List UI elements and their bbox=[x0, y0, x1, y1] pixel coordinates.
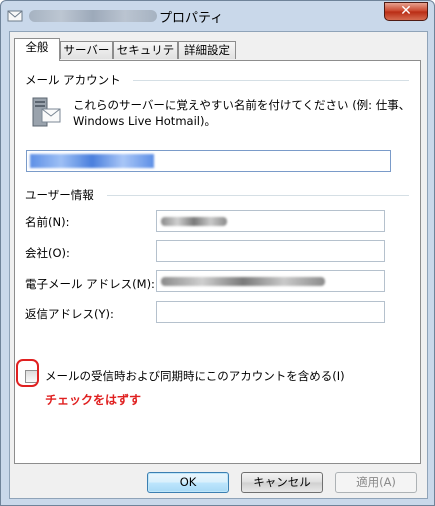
company-label: 会社(O): bbox=[25, 246, 70, 260]
apply-button[interactable]: 適用(A) bbox=[335, 472, 417, 493]
dialog-client: 全般 サーバー セキュリティ 詳細設定 メール アカウント これらのサーバーに覚… bbox=[9, 31, 428, 499]
mail-account-group-title: メール アカウント bbox=[25, 73, 121, 87]
mail-account-icon bbox=[7, 10, 23, 22]
mail-server-icon bbox=[32, 97, 61, 127]
tab-servers[interactable]: サーバー bbox=[60, 41, 113, 59]
email-value-obscured bbox=[161, 277, 325, 286]
name-label: 名前(N): bbox=[25, 215, 70, 229]
general-tab-panel: メール アカウント これらのサーバーに覚えやすい名前を付けてください (例: 仕… bbox=[14, 60, 421, 464]
include-account-checkbox-label[interactable]: メールの受信時および同期時にこのアカウントを含める(I) bbox=[45, 368, 345, 384]
company-input[interactable] bbox=[156, 240, 385, 262]
email-address-input[interactable] bbox=[156, 270, 385, 292]
reply-address-input[interactable] bbox=[156, 301, 385, 323]
description-line-1: これらのサーバーに覚えやすい名前を付けてください (例: 仕事、 bbox=[73, 98, 411, 112]
tab-advanced[interactable]: 詳細設定 bbox=[178, 41, 236, 59]
group-divider bbox=[133, 80, 409, 81]
ok-button[interactable]: OK bbox=[147, 472, 229, 493]
window-title: プロパティ bbox=[159, 11, 224, 26]
close-icon: ✕ bbox=[400, 3, 412, 19]
close-button[interactable]: ✕ bbox=[384, 2, 428, 21]
account-name-obscured bbox=[29, 10, 157, 22]
annotation-text: チェックをはずす bbox=[45, 393, 142, 407]
cancel-button[interactable]: キャンセル bbox=[241, 472, 323, 493]
reply-address-label: 返信アドレス(Y): bbox=[25, 307, 114, 321]
name-input[interactable] bbox=[156, 210, 385, 232]
properties-window: プロパティ ✕ 全般 サーバー セキュリティ 詳細設定 メール アカウント これ… bbox=[0, 0, 435, 506]
annotation-highlight-circle bbox=[16, 359, 39, 387]
account-name-input[interactable] bbox=[26, 150, 391, 172]
user-info-group-title: ユーザー情報 bbox=[25, 188, 94, 202]
email-address-label: 電子メール アドレス(M): bbox=[25, 277, 155, 291]
name-value-obscured bbox=[161, 217, 227, 226]
tab-security[interactable]: セキュリティ bbox=[113, 41, 178, 74]
tab-general[interactable]: 全般 bbox=[14, 38, 60, 61]
account-name-value-obscured bbox=[30, 154, 154, 168]
description-line-2: Windows Live Hotmail)。 bbox=[73, 114, 216, 128]
title-bar[interactable]: プロパティ ✕ bbox=[1, 1, 434, 29]
mail-account-description: これらのサーバーに覚えやすい名前を付けてください (例: 仕事、 Windows… bbox=[73, 97, 413, 129]
group-divider bbox=[107, 195, 409, 196]
